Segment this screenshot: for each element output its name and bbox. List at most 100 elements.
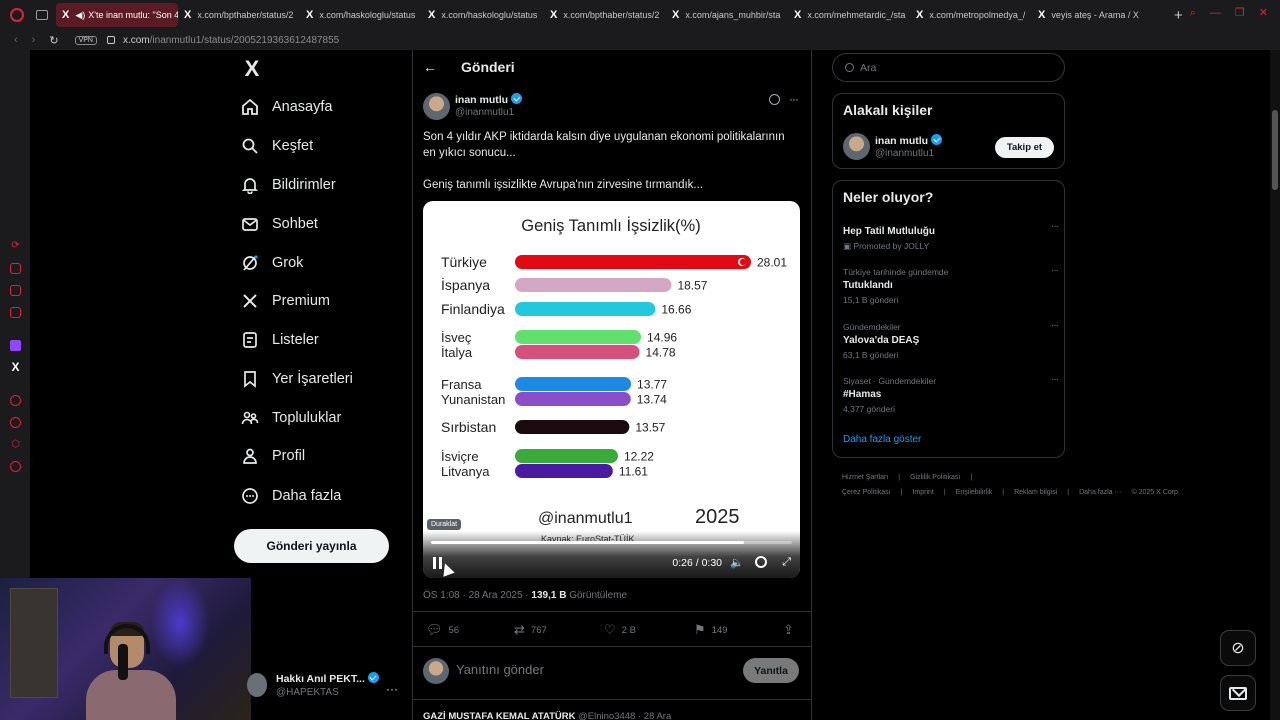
scroll-thumb[interactable] (1272, 110, 1278, 190)
reply-action[interactable]: 💬︎ 56 (426, 622, 459, 638)
nav-profile[interactable]: Profil (240, 441, 305, 471)
restore-icon[interactable]: ❐ (1235, 8, 1245, 19)
author-handle[interactable]: @inanmutlu1 (455, 107, 514, 118)
footer-link[interactable]: © 2025 X Corp. (1132, 489, 1180, 496)
trend-item[interactable]: Türkiye tarihinde gündemde Tutuklandı 15… (843, 265, 1059, 305)
more-options-icon[interactable]: ··· (1051, 320, 1059, 331)
show-more-link[interactable]: Daha fazla göster (843, 434, 921, 445)
trend-context: Siyaset · Gündemdekiler (843, 376, 937, 386)
bookmark-action[interactable]: ⚑ 149 (694, 622, 728, 638)
footer-link[interactable]: Erişilebilirlik (956, 489, 993, 496)
video-settings-icon[interactable] (755, 556, 767, 568)
nav-label: Grok (272, 255, 304, 271)
like-action[interactable]: ♡ 2 B (604, 622, 636, 638)
lock-icon[interactable] (106, 36, 115, 44)
nav-messages[interactable]: Sohbet (240, 209, 318, 239)
chart-value-label: 11.61 (619, 465, 648, 479)
nav-lists[interactable]: Listeler (240, 325, 319, 355)
reply-button[interactable]: Yanıtla (743, 658, 799, 683)
account-more-icon[interactable]: ··· (386, 682, 398, 696)
back-arrow-icon[interactable]: ← (423, 59, 437, 75)
webcam-light (150, 578, 210, 668)
footer-link[interactable]: Çerez Politikası (842, 489, 891, 496)
extensions-icon[interactable]: ⬡ (10, 439, 21, 450)
messenger-icon[interactable] (10, 285, 21, 296)
footer-link[interactable]: Hizmet Şartları (842, 474, 888, 481)
related-handle[interactable]: @inanmutlu1 (875, 148, 934, 159)
video-progress-bar[interactable] (431, 541, 792, 544)
nav-communities[interactable]: Topluluklar (240, 403, 341, 433)
minimize-icon[interactable]: — (1210, 8, 1221, 19)
post-button[interactable]: Gönderi yayınla (234, 529, 389, 563)
tab[interactable]: Xveyis ateş - Arama / X (1032, 3, 1154, 27)
repost-action[interactable]: ⇄ 767 (514, 622, 547, 638)
share-action[interactable]: ⇪ (783, 622, 794, 638)
footer-link[interactable]: Daha fazla ··· (1079, 489, 1121, 496)
url-field[interactable]: x.com/inanmutlu1/status/2005219363612487… (123, 35, 339, 46)
nav-home[interactable]: Anasayfa (240, 92, 332, 122)
messages-float-button[interactable] (1220, 675, 1256, 711)
nav-bookmarks[interactable]: Yer İşaretleri (240, 364, 353, 394)
more-options-icon[interactable]: ··· (789, 92, 799, 106)
new-tab-button[interactable]: + (1174, 7, 1183, 24)
more-options-icon[interactable]: ··· (1051, 221, 1059, 232)
fullscreen-icon[interactable]: ⤢ (782, 556, 791, 569)
aria-icon[interactable]: ⟳ (10, 240, 21, 251)
follow-button[interactable]: Takip et (995, 137, 1054, 158)
nav-explore[interactable]: Keşfet (240, 131, 313, 161)
chart-value-label: 12.22 (624, 450, 654, 464)
page-scrollbar[interactable] (1270, 50, 1280, 720)
clock-icon[interactable] (10, 417, 21, 428)
history-icon[interactable] (10, 395, 21, 406)
x-sidebar-icon[interactable]: X (10, 361, 21, 373)
author-name[interactable]: inan mutlu (455, 93, 523, 106)
grok-float-button[interactable]: ⊘ (1220, 630, 1256, 666)
avatar[interactable] (843, 133, 870, 160)
player-icon[interactable] (10, 307, 21, 318)
shop-icon[interactable] (10, 263, 21, 274)
forward-icon[interactable]: › (32, 34, 36, 46)
tab[interactable]: Xx.com/bpthaber/status/2 (544, 3, 666, 27)
tab-overview-icon[interactable] (36, 10, 48, 20)
author-avatar[interactable] (423, 93, 450, 120)
reload-icon[interactable]: ↻ (49, 34, 58, 47)
opera-logo-icon[interactable] (10, 8, 24, 22)
more-options-icon[interactable]: ··· (1051, 265, 1059, 276)
tab-active[interactable]: X ◀) X'te inan mutlu: "Son 4 (56, 3, 178, 27)
footer-separator: | (970, 474, 973, 481)
volume-icon[interactable]: 🔈 (730, 556, 744, 569)
vpn-badge[interactable]: VPN (74, 35, 97, 45)
tab[interactable]: Xx.com/haskologlu/status (300, 3, 422, 27)
trend-item[interactable]: Hep Tatil Mutluluğu ▣ Promoted by JOLLY … (843, 221, 1059, 252)
trend-item[interactable]: Gündemdekiler Yalova'da DEAŞ 63,1 B gönd… (843, 320, 1059, 360)
footer-link[interactable]: Gizlilik Politikası (910, 474, 960, 481)
back-icon[interactable]: ‹ (14, 34, 18, 46)
tab[interactable]: Xx.com/mehmetardic_/sta (788, 3, 910, 27)
grok-explain-icon[interactable] (769, 94, 780, 105)
close-icon[interactable]: ✕ (1259, 8, 1268, 19)
tab[interactable]: Xx.com/ajans_muhbir/sta (666, 3, 788, 27)
trend-item[interactable]: Siyaset · Gündemdekiler #Hamas 4.377 gön… (843, 374, 1059, 414)
footer-link[interactable]: Imprint (912, 489, 933, 496)
speaker-icon[interactable]: ◀) (75, 10, 85, 21)
account-switcher[interactable]: Hakkı Anıl PEKT... @HAPEKTAS (247, 672, 379, 698)
nav-grok[interactable]: Grok (240, 248, 303, 278)
next-reply-header[interactable]: GAZİ MUSTAFA KEMAL ATATÜRK @Elnino3448 ·… (423, 711, 671, 720)
search-tabs-icon[interactable]: ⌕ (1190, 8, 1196, 19)
tab[interactable]: Xx.com/haskologlu/status (422, 3, 544, 27)
x-favicon-icon: X (672, 9, 680, 21)
twitch-icon[interactable] (10, 340, 21, 351)
nav-premium[interactable]: Premium (240, 286, 330, 316)
settings-icon[interactable] (10, 461, 21, 472)
related-name[interactable]: inan mutlu (875, 134, 943, 147)
x-logo-icon[interactable]: X (240, 56, 264, 82)
video-player[interactable]: Geniş Tanımlı İşsizlik(%) Türkiye 28.01 İsp… (423, 201, 800, 578)
tab[interactable]: Xx.com/bpthaber/status/2 (178, 3, 300, 27)
more-options-icon[interactable]: ··· (1051, 374, 1059, 385)
footer-link[interactable]: Reklam bilgisi (1014, 489, 1057, 496)
nav-more[interactable]: Daha fazla (240, 481, 341, 511)
search-input[interactable]: Ara (832, 53, 1065, 82)
reply-input[interactable]: Yanıtını gönder (456, 662, 544, 677)
nav-notifications[interactable]: Bildirimler (240, 170, 336, 200)
tab[interactable]: Xx.com/metropolmedya_/ (910, 3, 1032, 27)
